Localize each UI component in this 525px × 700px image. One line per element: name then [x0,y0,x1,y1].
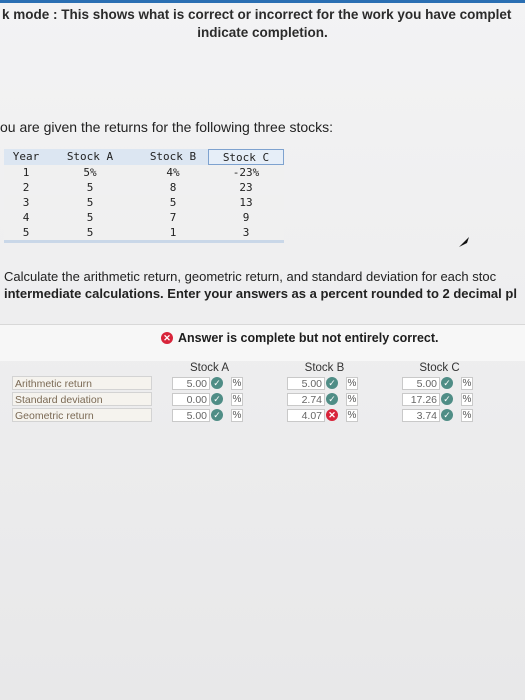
check-circle-icon: ✓ [441,377,453,389]
returns-row: 1 5% 4% -23% [4,165,284,180]
returns-cell-stock-b: 5 [169,196,177,209]
returns-table: Year Stock A Stock B Stock C 1 5% 4% -23% 2 5… [4,149,284,243]
returns-cell-stock-a: 5% [83,166,97,179]
returns-cell-year: 4 [22,211,30,224]
x-circle-icon: ✕ [326,409,338,421]
returns-cell-stock-a: 5 [86,211,94,224]
returns-cell-stock-c: 9 [242,211,250,224]
answer-header-stock-c: Stock C [419,361,460,374]
returns-cell-stock-a: 5 [86,226,94,239]
answer-cell-stock-c: 17.26 ✓% [382,392,497,406]
answer-status: ✕ Answer is complete but not entirely co… [161,331,438,345]
mouse-pointer-icon [459,237,469,247]
screen: k mode : This shows what is correct or i… [0,0,525,700]
answer-input[interactable]: 5.00 [402,376,440,390]
answer-row: Arithmetic return 5.00 ✓% 5.00 ✓% 5.00 ✓% [12,375,497,391]
answer-header-stock-a: Stock A [190,361,229,374]
percent-unit: % [231,376,243,390]
question-line2: intermediate calculations. Enter your an… [4,286,517,301]
percent-unit: % [461,392,473,406]
mode-banner: k mode : This shows what is correct or i… [0,6,525,42]
header-stock-c: Stock C [208,149,284,165]
percent-unit: % [231,392,243,406]
problem-intro: ou are given the returns for the followi… [0,119,334,135]
percent-unit: % [346,376,358,390]
percent-unit: % [461,376,473,390]
answer-status-text: Answer is complete but not entirely corr… [178,331,439,345]
returns-cell-stock-b: 1 [169,226,177,239]
check-circle-icon: ✓ [326,393,338,405]
answer-input[interactable]: 5.00 [172,408,210,422]
question-text: Calculate the arithmetic return, geometr… [4,268,525,302]
returns-cell-stock-c: 13 [239,196,253,209]
check-circle-icon: ✓ [441,393,453,405]
returns-cell-stock-b: 7 [169,211,177,224]
answer-cell-stock-c: 3.74 ✓% [382,408,497,422]
answer-table-header: Stock A Stock B Stock C [12,360,497,375]
returns-cell-stock-c: 3 [242,226,250,239]
answer-row-label: Standard deviation [12,392,152,406]
percent-unit: % [346,392,358,406]
answer-row-label: Geometric return [12,408,152,422]
returns-cell-stock-a: 5 [86,181,94,194]
header-stock-a: Stock A [48,149,132,165]
check-circle-icon: ✓ [211,393,223,405]
answer-row: Standard deviation 0.00 ✓% 2.74 ✓% 17.26 ✓% [12,391,497,407]
answer-input[interactable]: 5.00 [172,376,210,390]
answer-cell-stock-b: 4.07 ✕% [267,408,382,422]
header-year: Year [4,149,48,165]
returns-row: 5 5 1 3 [4,225,284,240]
answer-cell-stock-a: 5.00 ✓% [152,376,267,390]
answer-cell-stock-b: 2.74 ✓% [267,392,382,406]
answer-table: Stock A Stock B Stock C Arithmetic retur… [12,360,497,423]
x-circle-icon: ✕ [161,332,173,344]
mode-banner-line1: k mode : This shows what is correct or i… [2,7,512,22]
answer-input[interactable]: 4.07 [287,408,325,422]
returns-cell-stock-b: 8 [169,181,177,194]
percent-unit: % [231,408,243,422]
returns-cell-stock-c: 23 [239,181,253,194]
returns-cell-stock-c: -23% [232,166,260,179]
percent-unit: % [461,408,473,422]
answer-input[interactable]: 17.26 [402,392,440,406]
answer-input[interactable]: 0.00 [172,392,210,406]
answer-cell-stock-a: 0.00 ✓% [152,392,267,406]
returns-cell-year: 3 [22,196,30,209]
header-stock-b: Stock B [132,149,208,165]
answer-table-body: Arithmetic return 5.00 ✓% 5.00 ✓% 5.00 ✓% Stand… [12,375,497,423]
returns-row: 3 5 5 13 [4,195,284,210]
percent-unit: % [346,408,358,422]
answer-cell-stock-c: 5.00 ✓% [382,376,497,390]
mode-banner-line2: indicate completion. [197,25,328,40]
question-line1: Calculate the arithmetic return, geometr… [4,269,497,284]
check-circle-icon: ✓ [441,409,453,421]
returns-row: 4 5 7 9 [4,210,284,225]
check-circle-icon: ✓ [211,409,223,421]
answer-cell-stock-b: 5.00 ✓% [267,376,382,390]
returns-cell-stock-a: 5 [86,196,94,209]
returns-row: 2 5 8 23 [4,180,284,195]
answer-header-stock-b: Stock B [304,361,345,374]
returns-cell-stock-b: 4% [166,166,180,179]
returns-cell-year: 1 [22,166,30,179]
top-divider [0,0,525,3]
returns-table-body: 1 5% 4% -23% 2 5 8 23 3 5 5 13 4 5 7 9 5 5 1 3 [4,165,284,240]
answer-input[interactable]: 5.00 [287,376,325,390]
check-circle-icon: ✓ [211,377,223,389]
answer-input[interactable]: 2.74 [287,392,325,406]
answer-row: Geometric return 5.00 ✓% 4.07 ✕% 3.74 ✓% [12,407,497,423]
returns-cell-year: 5 [22,226,30,239]
answer-row-label: Arithmetic return [12,376,152,390]
returns-table-header: Year Stock A Stock B Stock C [4,149,284,165]
check-circle-icon: ✓ [326,377,338,389]
returns-cell-year: 2 [22,181,30,194]
answer-input[interactable]: 3.74 [402,408,440,422]
answer-cell-stock-a: 5.00 ✓% [152,408,267,422]
